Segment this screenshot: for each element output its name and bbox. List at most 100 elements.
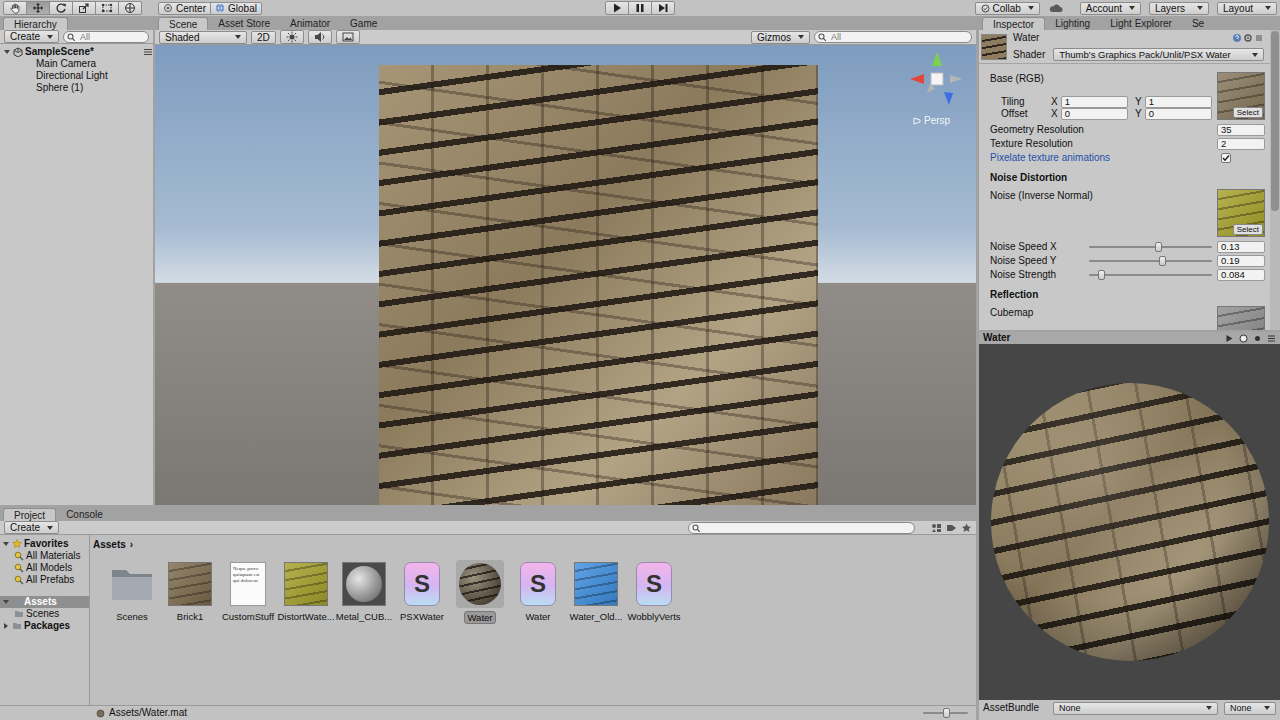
breadcrumb-item[interactable]: Assets (93, 539, 126, 551)
panel-tab[interactable]: Light Explorer (1100, 17, 1182, 30)
create-dropdown[interactable]: Create (4, 30, 59, 43)
number-field[interactable]: 0 (1061, 108, 1128, 120)
slider-track[interactable] (1089, 256, 1212, 266)
tree-item[interactable]: Packages (0, 620, 89, 632)
texture-thumbnail[interactable]: Select (1217, 72, 1265, 120)
search-input[interactable] (814, 31, 972, 43)
file-preview-text: Neque porro quisquam est qui dolorem. (233, 566, 259, 583)
hierarchy-item[interactable]: Sphere (1) (0, 82, 153, 94)
account-dropdown[interactable]: Account (1080, 2, 1141, 15)
playback-button[interactable] (605, 1, 629, 15)
number-field[interactable]: 1 (1145, 96, 1212, 108)
panel-tab[interactable]: Asset Store (208, 17, 280, 30)
asset-item[interactable]: SWobblyVerts (625, 560, 683, 624)
checkbox[interactable] (1221, 153, 1231, 163)
preview-sphere[interactable] (991, 383, 1269, 661)
tree-item[interactable]: Assets (0, 596, 89, 608)
search-field[interactable] (814, 31, 972, 43)
property-label: Tiling (990, 96, 1048, 108)
panel-tab[interactable]: Game (340, 17, 387, 30)
hierarchy-item[interactable]: Directional Light (0, 70, 153, 82)
asset-bundle-dropdown[interactable]: None (1053, 702, 1218, 715)
texture-property: Cubemap (990, 306, 1265, 330)
slider-track[interactable] (1089, 242, 1212, 252)
shader-dropdown[interactable]: Thumb's Graphics Pack/Unlit/PSX Water (1053, 48, 1264, 61)
zoom-thumb[interactable] (943, 708, 950, 718)
create-dropdown[interactable]: Create (4, 521, 59, 534)
preview-view[interactable] (979, 344, 1280, 700)
number-field[interactable]: 0 (1145, 108, 1212, 120)
asset-item[interactable]: Metal_CUB... (335, 560, 393, 624)
asset-item[interactable]: Water (451, 560, 509, 624)
texture-thumbnail[interactable] (1217, 306, 1265, 330)
scene-view-toggle[interactable] (280, 30, 304, 44)
number-field[interactable]: 0.084 (1217, 269, 1265, 281)
number-field[interactable]: 0.13 (1217, 241, 1265, 253)
projection-label[interactable]: Persp (913, 115, 950, 127)
2d-toggle[interactable]: 2D (251, 31, 276, 44)
number-field[interactable]: 0.19 (1217, 255, 1265, 267)
number-field[interactable]: 35 (1217, 124, 1265, 136)
scene-row[interactable]: SampleScene* (0, 46, 153, 58)
slider-thumb[interactable] (1098, 270, 1105, 280)
tree-item[interactable]: All Materials (0, 550, 89, 562)
tree-item[interactable]: Favorites (0, 538, 89, 550)
asset-item[interactable]: Scenes (103, 560, 161, 624)
layers-dropdown[interactable]: Layers (1149, 2, 1209, 15)
variant-dropdown[interactable]: None (1224, 702, 1276, 715)
tool-button[interactable] (26, 1, 50, 15)
select-button[interactable]: Select (1233, 224, 1263, 235)
tool-button[interactable] (3, 1, 27, 15)
search-field[interactable] (688, 522, 915, 534)
select-button[interactable]: Select (1233, 107, 1263, 118)
asset-item[interactable]: Brick1 (161, 560, 219, 624)
gizmos-dropdown[interactable]: Gizmos (751, 31, 810, 44)
scroll-thumb[interactable] (1271, 31, 1279, 211)
search-input[interactable] (688, 522, 915, 534)
asset-label: CustomStuff (219, 611, 277, 622)
zoom-slider[interactable] (923, 708, 968, 718)
asset-item[interactable]: SWater (509, 560, 567, 624)
layout-dropdown[interactable]: Layout (1217, 2, 1277, 15)
shading-dropdown[interactable]: Shaded (159, 31, 247, 44)
orientation-gizmo-icon[interactable] (905, 49, 969, 113)
playback-button[interactable] (651, 1, 675, 15)
pivot-button[interactable]: Global (210, 2, 262, 15)
asset-item[interactable]: Water_Old... (567, 560, 625, 624)
slider-thumb[interactable] (1155, 242, 1162, 252)
asset-item[interactable]: SPSXWater (393, 560, 451, 624)
panel-tab[interactable]: Inspector (982, 17, 1045, 30)
slider-track[interactable] (1089, 270, 1212, 280)
brick-quad[interactable] (379, 65, 818, 505)
tool-button[interactable] (49, 1, 73, 15)
tree-item[interactable]: All Models (0, 562, 89, 574)
pivot-button[interactable]: Center (158, 2, 211, 15)
number-field[interactable]: 1 (1061, 96, 1128, 108)
collab-button[interactable]: Collab (975, 2, 1040, 15)
tool-button[interactable] (118, 1, 142, 15)
asset-item[interactable]: Neque porro quisquam est qui dolorem. Cus… (219, 560, 277, 624)
tree-item[interactable]: All Prefabs (0, 574, 89, 586)
panel-tab[interactable]: Project (3, 508, 56, 521)
scene-view-toggle[interactable] (308, 30, 332, 44)
panel-tab[interactable]: Lighting (1045, 17, 1100, 30)
search-input[interactable] (63, 31, 149, 43)
hierarchy-item[interactable]: Main Camera (0, 58, 153, 70)
panel-tab[interactable]: Animator (280, 17, 340, 30)
search-field[interactable] (63, 31, 149, 43)
playback-button[interactable] (628, 1, 652, 15)
panel-tab[interactable]: Se (1182, 17, 1214, 30)
scrollbar[interactable] (1270, 30, 1280, 330)
panel-tab[interactable]: Console (56, 508, 113, 521)
asset-item[interactable]: DistortWate... (277, 560, 335, 624)
tree-item[interactable]: Scenes (0, 608, 89, 620)
number-field[interactable]: 2 (1217, 138, 1265, 150)
slider-thumb[interactable] (1159, 256, 1166, 266)
tool-button[interactable] (95, 1, 119, 15)
scene-viewport[interactable]: Persp (155, 45, 976, 505)
tool-button[interactable] (72, 1, 96, 15)
panel-tab[interactable]: Scene (158, 17, 208, 30)
panel-tab[interactable]: Hierarchy (3, 17, 68, 30)
texture-thumbnail[interactable]: Select (1217, 189, 1265, 237)
scene-view-toggle[interactable] (336, 30, 360, 44)
